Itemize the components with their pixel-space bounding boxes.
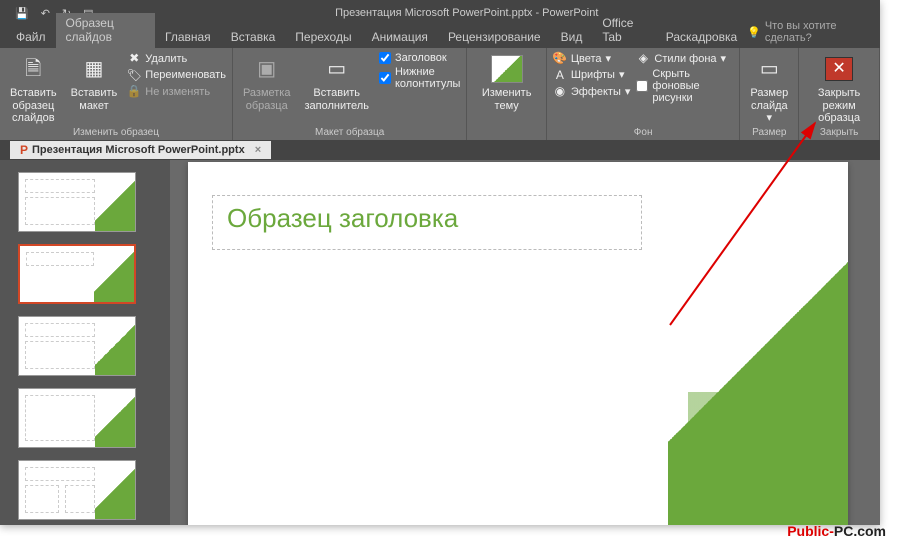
preserve-icon: 🔒 [127, 85, 141, 99]
chevron-down-icon: ▾ [625, 85, 631, 99]
colors-icon: 🎨 [553, 52, 567, 66]
rename-icon: 🏷 [127, 68, 141, 82]
chevron-down-icon: ▾ [767, 112, 773, 124]
effects-icon: ◉ [553, 85, 567, 99]
insert-layout-button[interactable]: ▦ Вставить макет [67, 51, 122, 114]
tab-slide-master[interactable]: Образец слайдов [56, 13, 155, 48]
insert-placeholder-button[interactable]: ▭ Вставить заполнитель [300, 51, 372, 114]
footers-checkbox[interactable]: Нижние колонтитулы [379, 65, 460, 91]
document-tabs: P Презентация Microsoft PowerPoint.pptx … [0, 140, 880, 160]
tab-home[interactable]: Главная [155, 27, 221, 48]
watermark: Public-PC.com [787, 523, 886, 539]
effects-button[interactable]: ◉Эффекты▾ [553, 84, 631, 100]
slide-size-icon: ▭ [753, 53, 785, 85]
delete-icon: ✖ [127, 52, 141, 66]
tell-me-search[interactable]: 💡 Что вы хотите сделать? [747, 20, 860, 48]
lightbulb-icon: 💡 [747, 26, 761, 39]
group-master-layout: ▣ Разметка образца ▭ Вставить заполнител… [233, 48, 467, 140]
document-tab[interactable]: P Презентация Microsoft PowerPoint.pptx … [10, 141, 271, 159]
hide-background-checkbox[interactable]: Скрыть фоновые рисунки [636, 67, 733, 105]
preserve-button[interactable]: 🔒Не изменять [127, 84, 226, 100]
powerpoint-icon: P [20, 143, 28, 157]
save-icon[interactable]: 💾 [15, 7, 29, 20]
background-styles-button[interactable]: ◈Стили фона▾ [636, 51, 733, 67]
close-tab-button[interactable]: × [255, 144, 261, 156]
ribbon-tabs: Файл Образец слайдов Главная Вставка Пер… [0, 26, 880, 48]
chevron-down-icon: ▾ [721, 52, 727, 66]
thumbnail-panel[interactable] [0, 160, 170, 525]
close-master-view-button[interactable]: ✕ Закрыть режим образца [805, 51, 873, 127]
tab-office-tab[interactable]: Office Tab [592, 13, 655, 48]
app-window: 💾 ↶ ↻ ▤ Презентация Microsoft PowerPoint… [0, 0, 880, 525]
tab-insert[interactable]: Вставка [221, 27, 286, 48]
layout-thumbnail[interactable] [18, 172, 136, 232]
undo-icon[interactable]: ↶ [41, 7, 50, 20]
tab-file[interactable]: Файл [6, 27, 56, 48]
tab-transitions[interactable]: Переходы [285, 27, 361, 48]
insert-slide-master-icon: 🗎 [17, 53, 49, 85]
chevron-down-icon: ▾ [619, 68, 625, 82]
tab-view[interactable]: Вид [551, 27, 593, 48]
layout-thumbnail[interactable] [18, 244, 136, 304]
background-styles-icon: ◈ [636, 52, 650, 66]
tab-storyboard[interactable]: Раскадровка [656, 27, 747, 48]
rename-button[interactable]: 🏷Переименовать [127, 67, 226, 83]
group-close: ✕ Закрыть режим образца Закрыть [799, 48, 880, 140]
window-title: Презентация Microsoft PowerPoint.pptx - … [94, 7, 840, 19]
insert-layout-icon: ▦ [78, 53, 110, 85]
colors-button[interactable]: 🎨Цвета▾ [553, 51, 631, 67]
themes-icon [491, 53, 523, 85]
delete-button[interactable]: ✖Удалить [127, 51, 226, 67]
layout-thumbnail[interactable] [18, 388, 136, 448]
ribbon: 🗎 Вставить образец слайдов ▦ Вставить ма… [0, 48, 880, 140]
title-placeholder[interactable]: Образец заголовка [212, 195, 642, 250]
theme-decoration [688, 392, 848, 525]
layout-thumbnail[interactable] [18, 460, 136, 520]
slide-canvas-area[interactable]: Образец заголовка [170, 160, 880, 525]
fonts-icon: A [553, 68, 567, 82]
workspace: Образец заголовка [0, 160, 880, 525]
tab-review[interactable]: Рецензирование [438, 27, 551, 48]
close-icon: ✕ [823, 53, 855, 85]
layout-thumbnail[interactable] [18, 316, 136, 376]
group-edit-theme: Изменить тему [467, 48, 546, 140]
group-edit-master: 🗎 Вставить образец слайдов ▦ Вставить ма… [0, 48, 233, 140]
master-layout-button: ▣ Разметка образца [239, 51, 295, 114]
slide-size-button[interactable]: ▭ Размер слайда ▾ [746, 51, 792, 127]
themes-button[interactable]: Изменить тему [473, 51, 539, 114]
slide-master[interactable]: Образец заголовка [188, 162, 848, 525]
fonts-button[interactable]: AШрифты▾ [553, 67, 631, 83]
title-checkbox[interactable]: Заголовок [379, 51, 460, 65]
group-background: 🎨Цвета▾ AШрифты▾ ◉Эффекты▾ ◈Стили фона▾ … [547, 48, 741, 140]
group-size: ▭ Размер слайда ▾ Размер [740, 48, 799, 140]
tab-animations[interactable]: Анимация [362, 27, 438, 48]
master-layout-icon: ▣ [251, 53, 283, 85]
chevron-down-icon: ▾ [606, 52, 612, 66]
insert-placeholder-icon: ▭ [321, 53, 353, 85]
insert-slide-master-button[interactable]: 🗎 Вставить образец слайдов [6, 51, 61, 127]
